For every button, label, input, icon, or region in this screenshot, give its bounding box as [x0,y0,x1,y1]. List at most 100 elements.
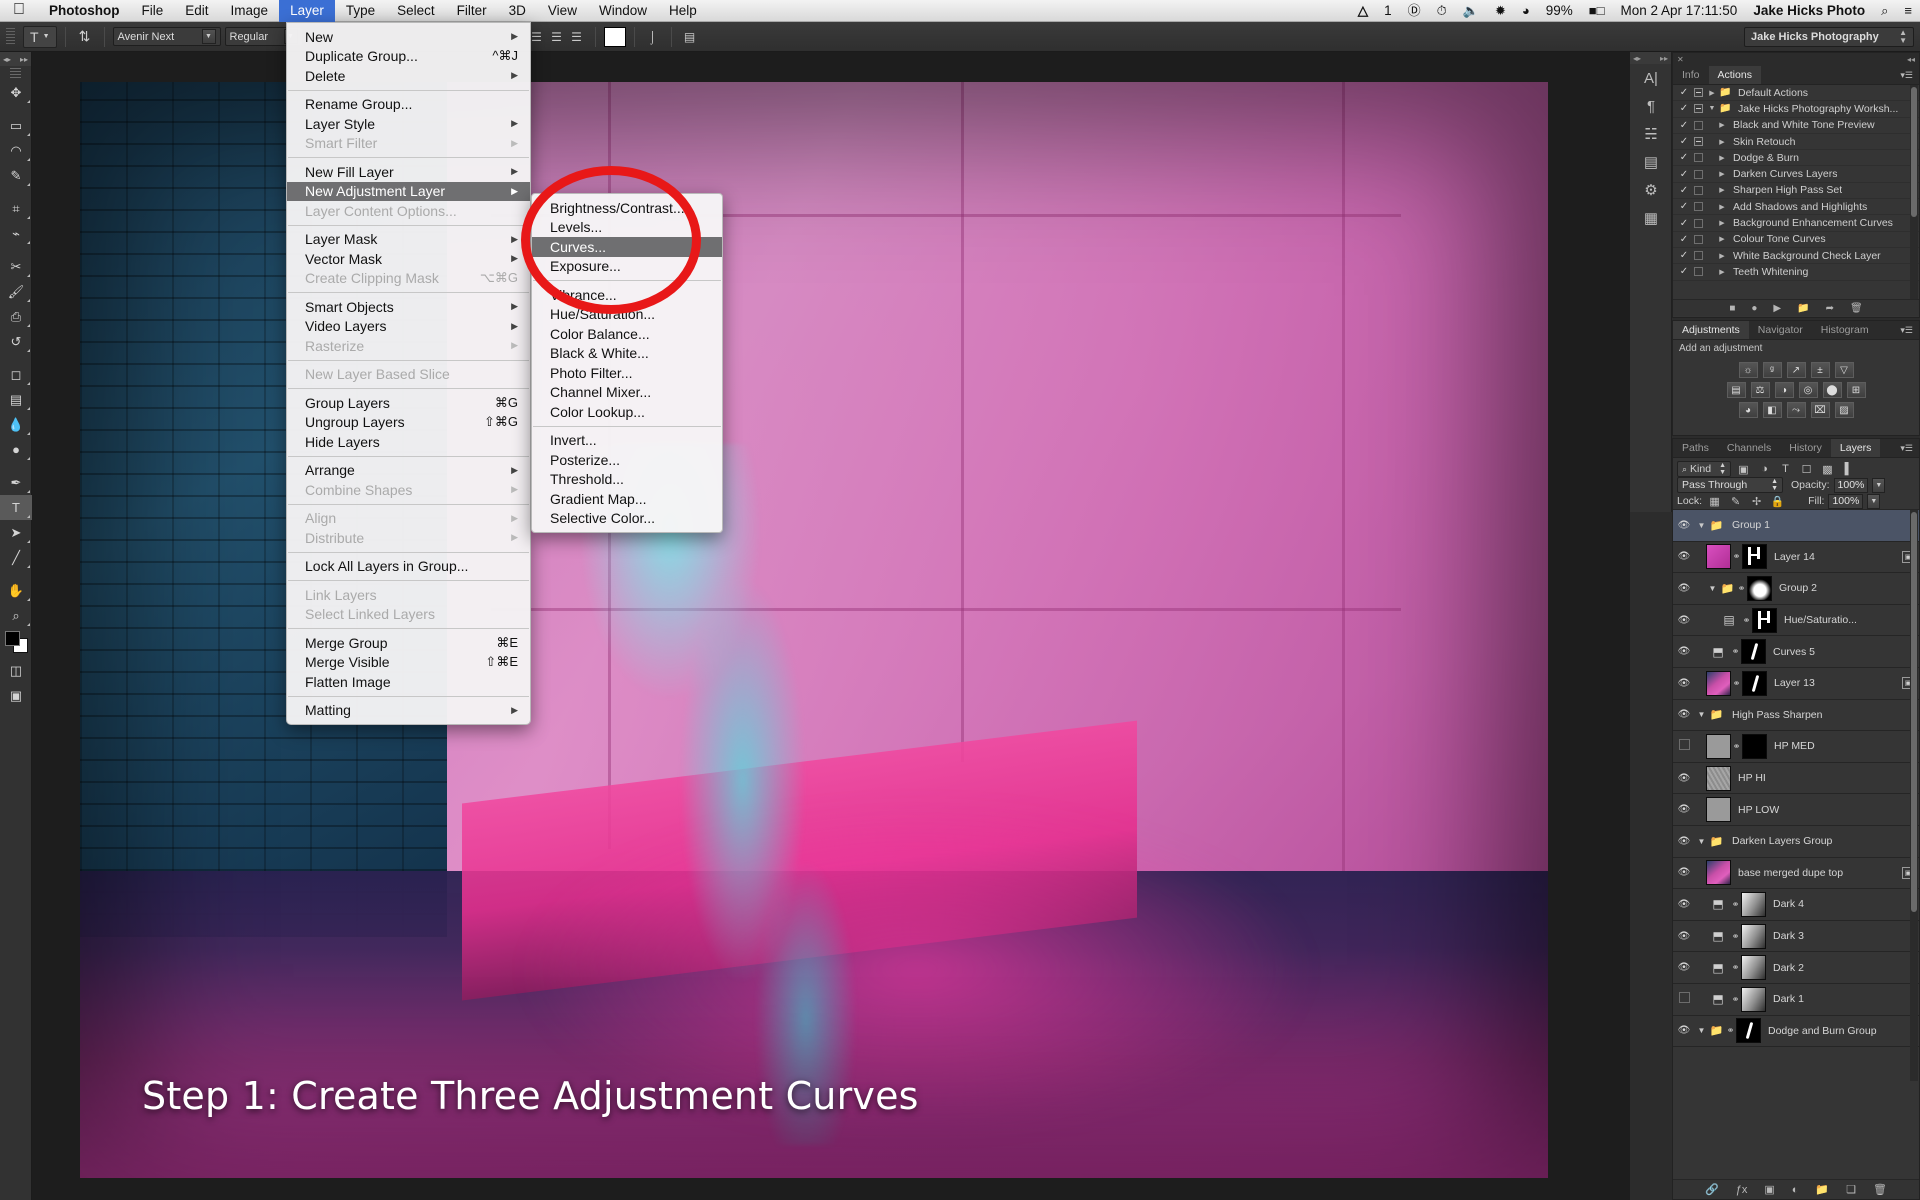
tab-info[interactable]: Info [1673,66,1709,84]
action-toggle-icon[interactable]: ✓ [1677,120,1691,131]
panel-menu-icon[interactable]: ▾☰ [1894,439,1919,457]
menu-view[interactable]: View [537,0,588,22]
pen-tool[interactable]: ✒ [0,470,32,495]
layer-menu-item-new-adjustment-layer[interactable]: New Adjustment Layer ▶ [287,181,530,201]
adjustment-item-photo-filter[interactable]: Photo Filter... [532,363,722,383]
new-adjustment-layer-submenu[interactable]: Brightness/Contrast... Levels... Curves...… [531,193,723,533]
battery-icon[interactable]: ■□ [1581,0,1613,22]
zoom-tool[interactable]: ⌕ [0,603,32,628]
vibrance-icon[interactable]: ▽ [1834,362,1854,378]
align-center-icon[interactable]: ☰ [547,27,567,47]
eye-visible-icon[interactable]: 👁 [1673,1025,1695,1036]
workspace-select[interactable]: Jake Hicks Photography ▲ ▼ [1744,26,1914,47]
apple-icon[interactable]:  [0,1,38,20]
notification-center-icon[interactable]: ≡ [1896,0,1920,22]
eye-visible-icon[interactable]: 👁 [1673,520,1695,531]
action-row[interactable]: ✓ ▶ Colour Tone Curves [1673,232,1919,248]
tab-history[interactable]: History [1780,439,1831,457]
add-mask-icon[interactable]: ▣ [1764,1183,1774,1196]
disclosure-triangle-icon[interactable]: ▼ [1706,584,1719,593]
eye-visible-icon[interactable]: 👁 [1673,678,1695,689]
toggle-panels-icon[interactable]: ▤ [680,27,700,47]
disclosure-triangle-icon[interactable]: ▼ [1695,521,1708,530]
layer-mask-thumbnail[interactable] [1741,891,1766,917]
eye-visible-icon[interactable]: 👁 [1673,551,1695,562]
channel-mixer-icon[interactable]: ⬤ [1822,382,1842,398]
tab-histogram[interactable]: Histogram [1812,321,1878,339]
layer-mask-thumbnail[interactable] [1742,670,1767,696]
link-icon[interactable]: ⚭ [1731,678,1742,689]
posterize-icon[interactable]: ◧ [1762,402,1782,418]
actions-scrollbar[interactable] [1910,85,1918,299]
eyedropper-tool[interactable]: ⌁ [0,221,32,246]
layer-menu-item-layer-style[interactable]: Layer Style ▶ [287,114,530,134]
action-row[interactable]: ✓ ▶ Add Shadows and Highlights [1673,199,1919,216]
collapse-icon[interactable]: ◂◂ [1907,55,1915,64]
record-icon[interactable]: ● [1751,303,1757,314]
link-icon[interactable]: ⚭ [1741,615,1752,626]
layer-row[interactable]: 👁 ⚭ Layer 14 ▣ [1673,542,1919,574]
eye-hidden-icon[interactable] [1673,992,1695,1006]
adjustment-item-channel-mixer[interactable]: Channel Mixer... [532,383,722,403]
disclosure-triangle-icon[interactable]: ▶ [1715,138,1729,146]
action-modal-icon[interactable] [1691,267,1705,277]
layer-mask-thumbnail[interactable] [1736,1018,1761,1044]
layer-menu-item-smart-objects[interactable]: Smart Objects ▶ [287,297,530,317]
delete-icon[interactable]: 🗑 [1850,303,1863,314]
paragraph-panel-icon[interactable]: ¶ [1630,92,1672,120]
search-icon[interactable]: ⌕ [1873,0,1896,22]
action-toggle-icon[interactable]: ✓ [1677,201,1691,212]
menu-photoshop[interactable]: Photoshop [38,0,131,22]
text-orientation-icon[interactable]: ⇅ [74,28,96,45]
link-icon[interactable]: ⚭ [1730,962,1741,973]
layer-menu-item-ungroup-layers[interactable]: Ungroup Layers ⇧⌘G [287,413,530,433]
menubar-clock[interactable]: Mon 2 Apr 17:11:50 [1612,0,1745,22]
layer-row[interactable]: 👁 ▼ 📁 ⚭ Dodge and Burn Group [1673,1016,1919,1048]
action-row[interactable]: ✓ ▶ Black and White Tone Preview [1673,118,1919,134]
layer-thumbnail[interactable] [1706,544,1731,570]
adjustment-item-hue-saturation[interactable]: Hue/Saturation... [532,305,722,325]
lock-transparency-icon[interactable]: ▦ [1706,493,1723,509]
hue-saturation-icon[interactable]: ▤ [1726,382,1746,398]
action-modal-icon[interactable] [1691,88,1705,98]
action-toggle-icon[interactable]: ✓ [1677,169,1691,180]
layer-row[interactable]: 👁 HP LOW [1673,794,1919,826]
character-panel-icon[interactable]: A| [1630,64,1672,92]
tab-navigator[interactable]: Navigator [1749,321,1812,339]
curves-icon[interactable]: ↗ [1786,362,1806,378]
canvas-area[interactable]: Step 1: Create Three Adjustment Curves [32,52,1630,1200]
new-set-icon[interactable]: 📁 [1797,303,1809,314]
new-group-icon[interactable]: 📁 [1815,1183,1829,1196]
layer-mask-thumbnail[interactable] [1752,607,1777,633]
layer-menu-item-arrange[interactable]: Arrange ▶ [287,461,530,481]
marquee-tool[interactable]: ▭ [0,113,32,138]
eye-visible-icon[interactable]: 👁 [1673,867,1695,878]
3d-panel-icon[interactable]: ▦ [1630,204,1672,232]
disclosure-triangle-icon[interactable]: ▶ [1715,154,1729,162]
adjustments-rail-icon[interactable]: ⚙ [1630,176,1672,204]
action-toggle-icon[interactable]: ✓ [1677,103,1691,114]
menu-edit[interactable]: Edit [174,0,219,22]
disclosure-triangle-icon[interactable]: ▶ [1715,219,1729,227]
black-white-icon[interactable]: ◑ [1774,382,1794,398]
layer-menu-item-delete[interactable]: Delete ▶ [287,66,530,86]
toolbox-header[interactable]: ◂▸ ▸▸ [0,52,31,66]
align-right-icon[interactable]: ☰ [567,27,587,47]
menu-type[interactable]: Type [335,0,386,22]
disclosure-triangle-icon[interactable]: ▶ [1715,121,1729,129]
menu-file[interactable]: File [131,0,175,22]
layer-row[interactable]: 👁 ▼ 📁 Darken Layers Group [1673,826,1919,858]
disclosure-triangle-icon[interactable]: ▼ [1695,837,1708,846]
layer-row[interactable]: 👁 ⬒ ⚭ Curves 5 [1673,636,1919,668]
filter-adjustment-icon[interactable]: ◑ [1756,461,1773,477]
action-modal-icon[interactable] [1691,120,1705,130]
color-balance-icon[interactable]: ⚖ [1750,382,1770,398]
layer-thumbnail[interactable] [1706,860,1731,886]
brush-tool[interactable]: 🖌 [0,279,32,304]
gradient-tool[interactable]: ▤ [0,387,32,412]
new-layer-icon[interactable]: ❏ [1846,1183,1856,1196]
layer-row[interactable]: 👁 ⚭ Layer 13 ▣ [1673,668,1919,700]
bluetooth-icon[interactable]: ✹ [1487,0,1514,22]
filter-smart-icon[interactable]: ▩ [1819,461,1836,477]
layer-row[interactable]: 👁 base merged dupe top ▣ [1673,858,1919,890]
